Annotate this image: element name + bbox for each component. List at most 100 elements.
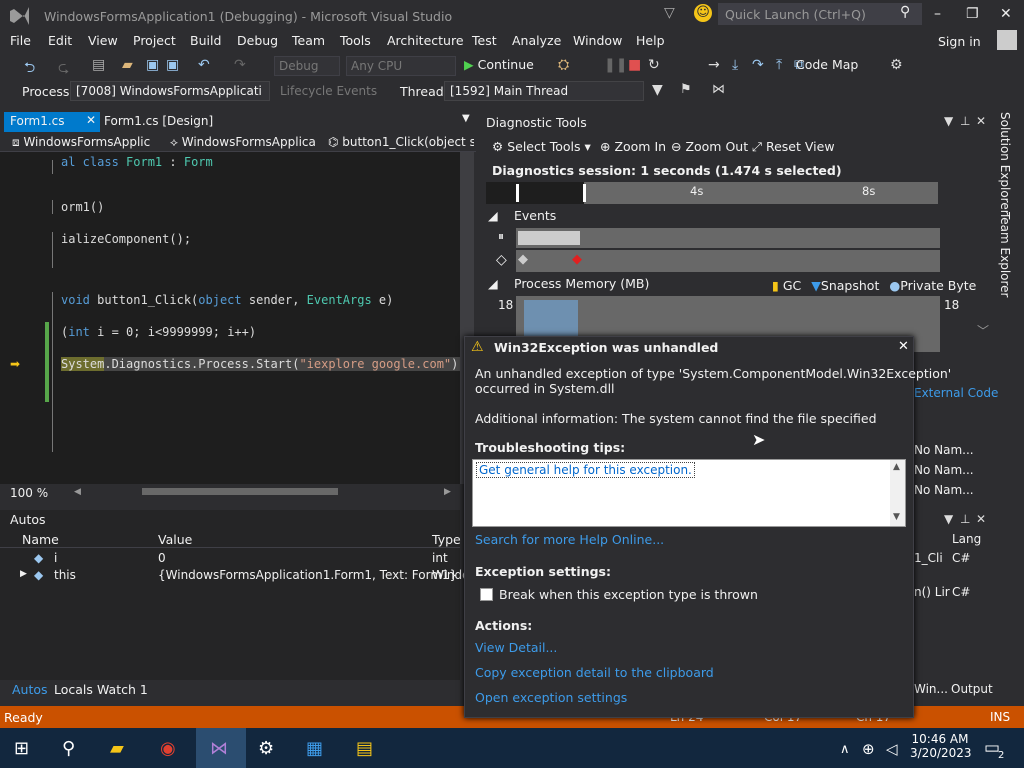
project-dropdown[interactable]: ⧈ WindowsFormsApplic: [8, 134, 160, 151]
external-code-link[interactable]: External Code: [914, 386, 998, 400]
view-detail-link[interactable]: View Detail...: [475, 640, 557, 656]
member-dropdown[interactable]: ⌬ button1_Click(object s: [324, 134, 474, 151]
step-into-icon[interactable]: ⤓: [732, 57, 738, 73]
close-panel-icon[interactable]: ✕: [976, 512, 986, 526]
break-when-thrown-label[interactable]: Break when this exception type is thrown: [499, 587, 758, 603]
lifecycle-events-button[interactable]: Lifecycle Events: [280, 84, 377, 98]
platform-select[interactable]: Any CPU: [346, 56, 456, 76]
zoom-out-button[interactable]: ⊖ Zoom Out: [671, 139, 748, 154]
menu-help[interactable]: Help: [636, 33, 665, 48]
column-header-value[interactable]: Value: [158, 532, 192, 547]
search-help-online-link[interactable]: Search for more Help Online...: [475, 532, 664, 548]
reset-view-button[interactable]: ⤢ Reset View: [752, 139, 835, 155]
copy-exception-detail-link[interactable]: Copy exception detail to the clipboard: [475, 665, 714, 681]
chrome-icon[interactable]: ◉: [160, 738, 176, 759]
redo-icon[interactable]: ↷: [234, 57, 246, 73]
menu-analyze[interactable]: Analyze: [512, 33, 561, 48]
selection-end-handle[interactable]: [583, 184, 586, 202]
menu-window[interactable]: Window: [573, 33, 622, 48]
network-icon[interactable]: ⊕: [862, 740, 875, 758]
settings-icon[interactable]: ⚙: [258, 738, 274, 759]
tab-locals[interactable]: Locals: [54, 682, 93, 697]
close-panel-icon[interactable]: ✕: [976, 114, 986, 128]
autos-row-name[interactable]: this: [54, 568, 76, 582]
taskbar-clock[interactable]: 10:46 AM 3/20/2023: [910, 732, 972, 760]
minimize-button[interactable]: –: [934, 6, 941, 22]
tab-form1-cs[interactable]: Form1.cs ✕: [4, 112, 100, 132]
editor-horizontal-scrollbar[interactable]: [142, 488, 338, 495]
pin-icon[interactable]: ⊥: [960, 114, 970, 128]
save-icon[interactable]: ▣: [146, 57, 159, 73]
windows-app-icon[interactable]: ▦: [306, 738, 323, 759]
windows-start-icon[interactable]: ⊞: [14, 738, 29, 759]
menu-tools[interactable]: Tools: [340, 33, 371, 48]
step-over-icon[interactable]: ↷: [752, 57, 764, 73]
breakpoint-settings-icon[interactable]: ⚙: [890, 57, 903, 73]
menu-test[interactable]: Test: [472, 33, 497, 48]
tab-output[interactable]: Output: [951, 682, 993, 696]
winforms-app-icon[interactable]: ▤: [356, 738, 373, 759]
zoom-in-button[interactable]: ⊕ Zoom In: [600, 139, 666, 154]
step-out-icon[interactable]: ⤒: [776, 57, 782, 73]
sign-in-link[interactable]: Sign in: [938, 34, 981, 49]
selection-start-handle[interactable]: [516, 184, 519, 202]
open-folder-icon[interactable]: ▰: [122, 57, 133, 73]
account-avatar-icon[interactable]: [997, 30, 1017, 50]
tab-autos[interactable]: Autos: [12, 682, 48, 697]
scroll-down-icon[interactable]: ▼: [893, 512, 900, 522]
thread-select[interactable]: [1592] Main Thread: [444, 81, 644, 101]
feedback-smiley-icon[interactable]: ☺: [694, 4, 712, 22]
process-icon[interactable]: ⛭: [558, 57, 569, 73]
break-when-thrown-checkbox[interactable]: [480, 588, 493, 601]
solution-explorer-tab[interactable]: Solution Explorer: [998, 112, 1012, 215]
expand-icon[interactable]: ▶: [20, 569, 27, 579]
pause-icon[interactable]: ❚❚: [604, 57, 627, 73]
continue-button[interactable]: ▶ Continue: [464, 57, 534, 72]
restart-icon[interactable]: ↻: [648, 57, 660, 73]
tab-overflow-icon[interactable]: ▼: [462, 113, 470, 124]
menu-team[interactable]: Team: [292, 33, 325, 48]
class-dropdown[interactable]: ⟡ WindowsFormsApplica: [166, 134, 318, 151]
search-icon[interactable]: ⚲: [62, 738, 75, 759]
panel-menu-icon[interactable]: ▼: [944, 512, 953, 526]
menu-file[interactable]: File: [10, 33, 31, 48]
autos-row-name[interactable]: i: [54, 551, 57, 565]
thread-filter-icon[interactable]: ▼: [652, 82, 663, 98]
team-explorer-tab[interactable]: Team Explorer: [998, 212, 1012, 298]
break-event-bar[interactable]: [518, 231, 580, 245]
autos-row-value[interactable]: 0: [158, 551, 166, 565]
menu-architecture[interactable]: Architecture: [387, 33, 464, 48]
column-header-language[interactable]: Lang: [952, 532, 981, 546]
call-stack-row[interactable]: No Nam...: [914, 443, 974, 457]
quick-launch-input[interactable]: Quick Launch (Ctrl+Q): [718, 3, 922, 25]
call-stack-row[interactable]: No Nam...: [914, 463, 974, 477]
filter-icon[interactable]: ▽: [664, 5, 675, 21]
scroll-right-icon[interactable]: ▶: [444, 487, 451, 497]
volume-icon[interactable]: ◁: [886, 740, 898, 758]
event-marker-icon[interactable]: ◆: [518, 252, 528, 267]
stack-frame-icon[interactable]: ⋈: [712, 82, 725, 97]
undo-icon[interactable]: ↶: [198, 57, 210, 73]
code-map-button[interactable]: Code Map: [796, 57, 858, 72]
stop-icon[interactable]: ■: [628, 57, 641, 73]
scroll-down-icon[interactable]: ﹀: [977, 322, 989, 339]
menu-debug[interactable]: Debug: [237, 33, 278, 48]
back-icon[interactable]: ⮌: [24, 57, 35, 81]
exception-event-marker-icon[interactable]: ◆: [572, 252, 582, 267]
close-tab-icon[interactable]: ✕: [86, 113, 96, 127]
save-all-icon[interactable]: ▣: [166, 57, 179, 73]
solution-config-select[interactable]: Debug: [274, 56, 340, 76]
close-window-button[interactable]: ✕: [1000, 6, 1012, 22]
forward-icon[interactable]: ⮎: [58, 57, 69, 81]
tab-watch-1[interactable]: Watch 1: [97, 682, 148, 697]
new-project-icon[interactable]: ▤: [92, 57, 105, 73]
general-help-link[interactable]: Get general help for this exception.: [476, 462, 695, 478]
open-exception-settings-link[interactable]: Open exception settings: [475, 690, 627, 706]
scroll-left-icon[interactable]: ◀: [74, 487, 81, 497]
column-header-type[interactable]: Type: [432, 532, 461, 547]
menu-view[interactable]: View: [88, 33, 118, 48]
panel-menu-icon[interactable]: ▼: [944, 114, 953, 128]
close-dialog-icon[interactable]: ✕: [898, 339, 909, 354]
scroll-up-icon[interactable]: ▲: [893, 462, 900, 472]
zoom-level-dropdown[interactable]: 100 %: [10, 486, 48, 500]
